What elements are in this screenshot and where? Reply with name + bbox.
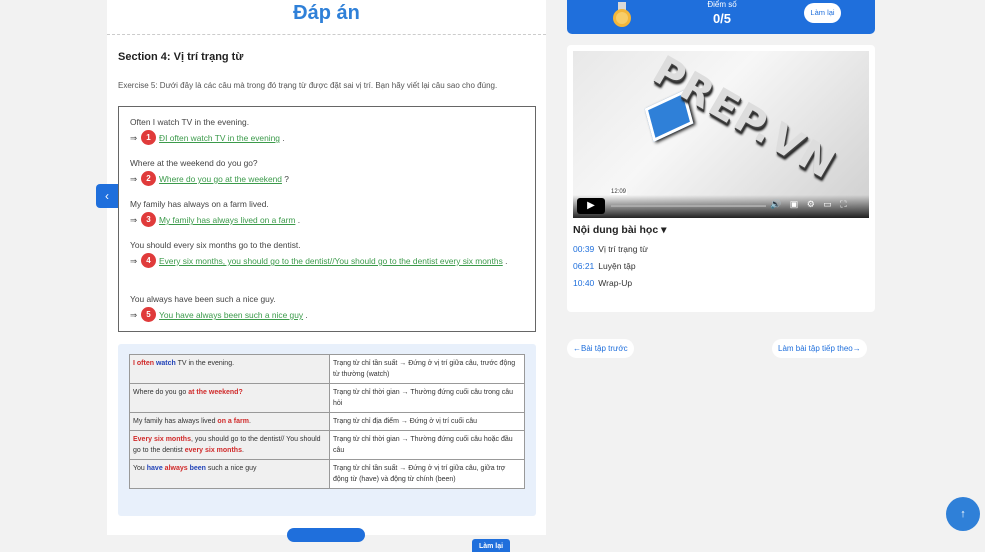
- caret-down-icon: ▾: [661, 224, 667, 236]
- table-cell-explanation: Trạng từ chỉ tần suất → Đứng ở vị trí gi…: [329, 459, 525, 489]
- player-control-icons[interactable]: 🔊 ▣ ⚙ ▭ ⛶: [770, 199, 850, 210]
- arrow-icon: ⇒: [130, 174, 138, 184]
- table-cell-example: Every six months, you should go to the d…: [129, 430, 330, 460]
- score-value: 0/5: [712, 11, 732, 26]
- arrow-up-icon: ↑: [960, 508, 966, 520]
- answer-row-5: ⇒ 5 You have always been such a nice guy…: [130, 307, 510, 322]
- lesson-timestamp[interactable]: 06:21: [573, 261, 594, 271]
- answer-text-1: ĐI often watch TV in the evening: [159, 133, 280, 143]
- video-controls: ▶ 12:09 🔊 ▣ ⚙ ▭ ⛶: [573, 189, 869, 218]
- main-card: Đáp án Section 4: Vị trí trạng từ Exerci…: [107, 0, 546, 542]
- question-2: Where at the weekend do you go?: [130, 158, 258, 168]
- chevron-left-icon: ‹: [105, 189, 109, 203]
- table-cell-explanation: Trạng từ chỉ địa điểm → Đứng ở vị trí cu…: [329, 412, 525, 431]
- answer-number-badge: 3: [141, 212, 157, 227]
- arrow-icon: ⇒: [130, 256, 138, 266]
- table-row: Every six months, you should go to the d…: [129, 430, 525, 460]
- table-cell-example: My family has always lived on a farm.: [129, 412, 330, 431]
- time-tooltip: 12:09: [610, 189, 628, 195]
- table-cell-example: I often watch TV in the evening.: [129, 354, 330, 384]
- lesson-timestamp[interactable]: 10:40: [573, 278, 594, 288]
- next-exercise-button[interactable]: Làm bài tập tiếp theo→: [772, 339, 867, 358]
- section-title: Section 4: Vị trí trạng từ: [118, 51, 244, 63]
- table-row: I often watch TV in the evening. Trạng từ…: [129, 354, 525, 384]
- collapse-sidebar-button[interactable]: ‹: [96, 184, 118, 208]
- arrow-icon: ⇒: [130, 310, 138, 320]
- answer-row-3: ⇒ 3 My family has always lived on a farm…: [130, 212, 510, 227]
- lesson-item[interactable]: 00:39 Vị trí trạng từ: [573, 244, 648, 254]
- video-card: PREP.VN ▶ 12:09 🔊 ▣ ⚙ ▭ ⛶ Nội dung bài h…: [567, 45, 875, 312]
- score-card: Điểm số 0/5 Làm lại: [567, 0, 875, 34]
- redo-button-bottom[interactable]: Làm lại: [472, 539, 510, 552]
- play-icon: ▶: [587, 200, 595, 211]
- answer-row-2: ⇒ 2 Where do you go at the weekend ?: [130, 171, 510, 186]
- arrow-icon: ⇒: [130, 133, 138, 143]
- answer-number-badge: 4: [141, 253, 157, 268]
- lesson-timestamp[interactable]: 00:39: [573, 244, 594, 254]
- answer-box: Often I watch TV in the evening. ⇒ 1 ĐI …: [118, 106, 536, 332]
- table-cell-example: You have always been such a nice guy: [129, 459, 330, 489]
- answer-text-5: You have always been such a nice guy: [159, 310, 304, 320]
- answer-text-4: Every six months, you should go to the d…: [159, 256, 503, 266]
- answer-number-badge: 2: [141, 171, 157, 186]
- play-button[interactable]: ▶: [577, 198, 605, 214]
- answer-number-badge: 1: [141, 130, 157, 145]
- explanation-table: I often watch TV in the evening. Trạng từ…: [129, 354, 525, 489]
- table-cell-explanation: Trạng từ chỉ tần suất → Đứng ở vị trí gi…: [329, 354, 525, 384]
- table-cell-example: Where do you go at the weekend?: [129, 383, 330, 413]
- answer-number-badge: 5: [141, 307, 157, 322]
- page-title: Đáp án: [293, 2, 360, 24]
- score-label: Điểm số: [707, 0, 737, 9]
- medal-icon: [613, 2, 631, 27]
- previous-exercise-button[interactable]: ←Bài tập trước: [567, 339, 634, 358]
- question-3: My family has always on a farm lived.: [130, 199, 269, 209]
- table-row: You have always been such a nice guy Trạn…: [129, 459, 525, 489]
- lesson-item[interactable]: 10:40 Wrap-Up: [573, 278, 632, 288]
- answer-text-3: My family has always lived on a farm: [159, 215, 296, 225]
- arrow-icon: ⇒: [130, 215, 138, 225]
- redo-button[interactable]: Làm lại: [804, 3, 841, 23]
- question-5: You always have been such a nice guy.: [130, 294, 276, 304]
- answer-row-1: ⇒ 1 ĐI often watch TV in the evening .: [130, 130, 510, 145]
- answer-row-4: ⇒ 4 Every six months, you should go to t…: [130, 253, 510, 268]
- table-row: My family has always lived on a farm. Trạ…: [129, 412, 525, 431]
- table-cell-explanation: Trạng từ chỉ thời gian → Thường đứng cuố…: [329, 430, 525, 460]
- exercise-instruction: Exercise 5: Dưới đây là các câu mà trong…: [118, 81, 498, 90]
- lesson-content-dropdown[interactable]: Nội dung bài học ▾: [573, 224, 666, 236]
- scroll-to-top-button[interactable]: ↑: [946, 497, 980, 531]
- question-4: You should every six months go to the de…: [130, 240, 301, 250]
- progress-bar[interactable]: [611, 205, 766, 207]
- video-player[interactable]: PREP.VN ▶ 12:09 🔊 ▣ ⚙ ▭ ⛶: [573, 51, 869, 218]
- bottom-action-button[interactable]: [287, 528, 365, 542]
- divider: [107, 34, 546, 35]
- question-1: Often I watch TV in the evening.: [130, 117, 250, 127]
- table-cell-explanation: Trạng từ chỉ thời gian → Thường đứng cuố…: [329, 383, 525, 413]
- lesson-item[interactable]: 06:21 Luyện tập: [573, 261, 636, 271]
- table-row: Where do you go at the weekend? Trạng từ …: [129, 383, 525, 413]
- answer-text-2: Where do you go at the weekend: [159, 174, 282, 184]
- explanation-panel: I often watch TV in the evening. Trạng từ…: [118, 344, 536, 516]
